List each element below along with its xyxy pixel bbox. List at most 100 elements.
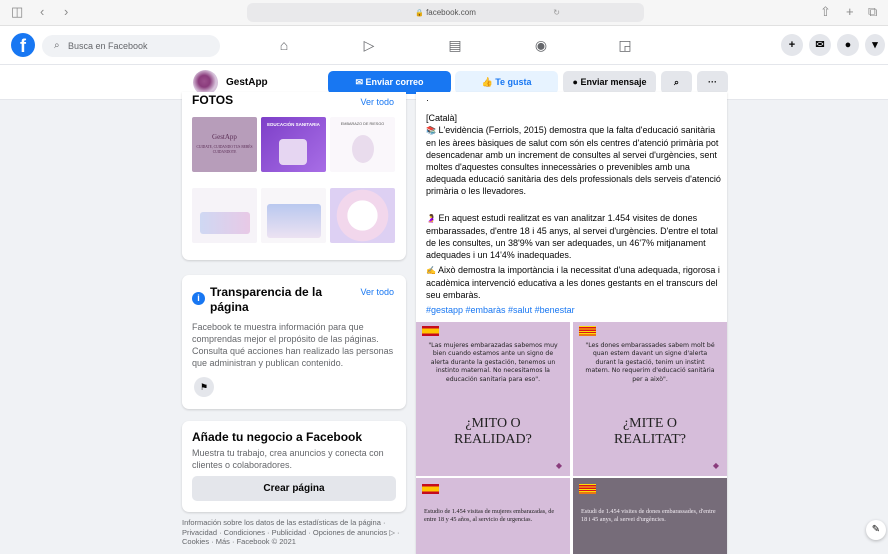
watch-icon[interactable]: ▷ xyxy=(358,34,380,56)
post-paragraph-3: ✍️ Això demostra la importància i la nec… xyxy=(426,264,721,301)
post-paragraph-3-text: Això demostra la importància i la necess… xyxy=(426,265,720,300)
catalonia-flag-icon xyxy=(579,484,596,494)
transparency-title: Transparencia de la página xyxy=(210,285,323,314)
search-input[interactable]: ⌕ Busca en Facebook xyxy=(42,35,220,57)
facebook-logo-icon[interactable]: f xyxy=(11,33,35,57)
post-hashtags[interactable]: #gestapp #embaràs #salut #benestar xyxy=(426,304,575,316)
thumb-illustration xyxy=(352,135,374,163)
thumb-title: EMBARAZO DE RIESGO xyxy=(340,122,385,126)
more-options-button[interactable]: ··· xyxy=(697,71,728,94)
tabs-icon[interactable]: ⧉ xyxy=(868,4,877,20)
post-language: [Català] xyxy=(426,113,458,123)
photo-thumb-1[interactable]: GestApp CUIDATE, CUIDANDO TUS BEBÉS CUID… xyxy=(192,117,257,172)
search-icon: ⌕ xyxy=(54,40,60,51)
spain-flag-icon xyxy=(422,326,439,336)
photo-thumb-4[interactable] xyxy=(192,188,257,243)
post-dot: · xyxy=(426,95,429,105)
search-icon: ⌕ xyxy=(673,77,680,87)
add-business-card: Añade tu negocio a Facebook Muestra tu t… xyxy=(182,421,406,512)
sidebar-icon[interactable]: ◫ xyxy=(11,4,23,20)
gaming-icon[interactable]: ◲ xyxy=(614,34,636,56)
lock-icon: 🔒 xyxy=(415,10,424,17)
like-button[interactable]: 👍 Te gusta xyxy=(455,71,558,94)
post-paragraph-2: 🤰 En aquest estudi realitzat es van anal… xyxy=(426,212,721,261)
tile-ca-headline-2: REALITAT? xyxy=(614,432,686,447)
search-placeholder: Busca en Facebook xyxy=(68,41,148,51)
thumb-title: EDUCACIÓN SANITARIA xyxy=(267,122,320,127)
tile-ca-headline-1: ¿MITE O xyxy=(622,416,678,431)
tile-ca-study-text: Estudi de 1.454 visites de dones embaras… xyxy=(581,508,716,524)
thumb-illustration xyxy=(267,204,321,238)
image-tile-ca-myth[interactable]: "Les dones embarassades sabem molt bé qu… xyxy=(573,322,727,476)
facebook-top-bar: f ⌕ Busca en Facebook ⌂ ▷ ▤ ◉ ◲ + ✉ ● ▾ xyxy=(0,26,888,65)
send-email-button[interactable]: ✉ Enviar correo xyxy=(328,71,451,94)
messenger-icon: ● xyxy=(572,77,578,87)
browser-toolbar: ◫ ‹ › ◐ 🔒 facebook.com ↻ ⇧ + ⧉ xyxy=(0,0,888,26)
photo-thumb-6[interactable] xyxy=(330,188,395,243)
info-icon: i xyxy=(192,292,205,305)
tile-ca-quote: "Les dones embarassades sabem molt bé qu… xyxy=(585,342,715,383)
forward-icon[interactable]: › xyxy=(64,4,68,19)
photo-thumb-2[interactable]: EDUCACIÓN SANITARIA xyxy=(261,117,326,172)
post-paragraph-2-text: En aquest estudi realitzat es van analit… xyxy=(426,213,718,260)
post-paragraph-1-text: L'evidència (Ferriols, 2015) demostra qu… xyxy=(426,125,721,196)
thumb-subtitle: CUIDATE, CUIDANDO TUS BEBÉS CUIDANDOTE xyxy=(196,145,253,154)
post-paragraph-1: 📚 L'evidència (Ferriols, 2015) demostra … xyxy=(426,124,721,197)
thumbs-up-icon: 👍 xyxy=(481,77,493,87)
thumb-brand: GestApp xyxy=(212,133,237,141)
create-plus-icon[interactable]: + xyxy=(781,34,803,56)
books-icon: 📚 xyxy=(426,126,436,135)
photo-thumb-5[interactable] xyxy=(261,188,326,243)
back-icon[interactable]: ‹ xyxy=(40,4,44,19)
groups-icon[interactable]: ◉ xyxy=(530,34,552,56)
pregnant-icon: 🤰 xyxy=(426,214,436,223)
writing-icon: ✍️ xyxy=(426,266,436,275)
reload-icon[interactable]: ↻ xyxy=(553,3,560,22)
flag-icon[interactable]: ⚑ xyxy=(194,377,214,397)
photos-title: Fotos xyxy=(192,93,234,107)
catalonia-flag-icon xyxy=(579,326,596,336)
notifications-icon[interactable]: ● xyxy=(837,34,859,56)
send-message-label: Enviar mensaje xyxy=(580,77,647,87)
marketplace-icon[interactable]: ▤ xyxy=(444,34,466,56)
account-menu-icon[interactable]: ▾ xyxy=(865,34,885,56)
thumb-illustration xyxy=(200,212,250,234)
transparency-card: i Transparencia de la página Ver todo Fa… xyxy=(182,275,406,409)
like-label: Te gusta xyxy=(495,77,532,87)
tile-es-headline-2: REALIDAD? xyxy=(454,432,532,447)
add-business-title: Añade tu negocio a Facebook xyxy=(192,430,363,444)
logo-mark-icon: ◆ xyxy=(555,461,562,470)
add-business-description: Muestra tu trabajo, crea anuncios y cone… xyxy=(192,448,384,470)
send-message-button[interactable]: ● Enviar mensaje xyxy=(563,71,656,94)
compose-icon[interactable]: ✎ xyxy=(866,520,886,540)
tile-es-headline-1: ¿MITO O xyxy=(465,416,521,431)
image-tile-es-study[interactable]: Estudio de 1.454 visitas de mujeres emba… xyxy=(416,478,570,554)
photos-card: Fotos Ver todo GestApp CUIDATE, CUIDANDO… xyxy=(182,92,406,260)
url-text: facebook.com xyxy=(426,8,476,17)
create-page-label: Crear página xyxy=(263,483,325,494)
photos-see-all-link[interactable]: Ver todo xyxy=(360,97,394,107)
transparency-see-all-link[interactable]: Ver todo xyxy=(360,287,394,297)
page-title[interactable]: GestApp xyxy=(226,77,268,88)
share-icon[interactable]: ⇧ xyxy=(820,4,831,20)
photo-thumb-3[interactable]: EMBARAZO DE RIESGO xyxy=(330,117,395,172)
more-icon: ··· xyxy=(708,77,717,87)
page-search-button[interactable]: ⌕ xyxy=(661,71,692,94)
image-tile-ca-study[interactable]: Estudi de 1.454 visites de dones embaras… xyxy=(573,478,727,554)
spain-flag-icon xyxy=(422,484,439,494)
logo-mark-icon: ◆ xyxy=(712,461,719,470)
send-email-label: Enviar correo xyxy=(365,77,424,87)
envelope-icon: ✉ xyxy=(355,77,363,87)
messenger-icon[interactable]: ✉ xyxy=(809,34,831,56)
home-icon[interactable]: ⌂ xyxy=(273,34,295,56)
footer-links[interactable]: Información sobre los datos de las estad… xyxy=(182,518,406,554)
thumb-illustration xyxy=(279,139,307,165)
tile-es-study-text: Estudio de 1.454 visitas de mujeres emba… xyxy=(424,508,555,524)
address-bar[interactable]: 🔒 facebook.com ↻ xyxy=(247,3,644,22)
post-card: · [Català] 📚 L'evidència (Ferriols, 2015… xyxy=(416,92,727,554)
transparency-description: Facebook te muestra información para que… xyxy=(192,322,394,368)
tile-es-quote: "Las mujeres embarazadas sabemos muy bie… xyxy=(428,342,558,383)
new-tab-icon[interactable]: + xyxy=(846,4,854,19)
image-tile-es-myth[interactable]: "Las mujeres embarazadas sabemos muy bie… xyxy=(416,322,570,476)
create-page-button[interactable]: Crear página xyxy=(192,476,396,501)
